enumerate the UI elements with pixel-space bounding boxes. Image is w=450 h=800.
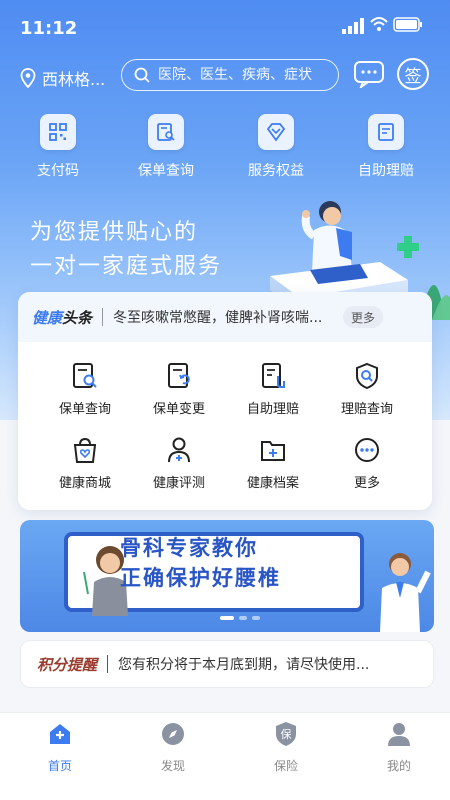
service-label: 健康档案 xyxy=(246,476,299,491)
compass-icon xyxy=(162,723,184,745)
service-self-claim[interactable]: 自助理赔 xyxy=(228,362,318,417)
sign-in-label: 签 xyxy=(404,66,422,87)
policy-change-icon xyxy=(168,363,190,388)
health-news-brand: 健康头条 xyxy=(32,308,93,327)
slogan-line-1: 为您提供贴心的 xyxy=(30,220,199,245)
quick-action-policy-search[interactable]: 保单查询 xyxy=(116,114,216,180)
carousel-dot xyxy=(252,616,260,620)
service-claim-query[interactable]: 理赔查询 xyxy=(322,362,412,417)
claim-query-icon xyxy=(356,362,378,390)
service-label: 理赔查询 xyxy=(340,402,393,417)
points-notice-brand: 积分提醒 xyxy=(37,655,98,674)
service-health-mall[interactable]: 健康商城 xyxy=(40,436,130,491)
health-news-more-button[interactable]: 更多 xyxy=(343,306,384,328)
doctor-illustration xyxy=(380,553,431,632)
tab-label: 首页 xyxy=(47,759,72,773)
service-label: 更多 xyxy=(353,476,380,491)
service-policy-search[interactable]: 保单查询 xyxy=(40,362,130,417)
tab-home[interactable]: 首页 xyxy=(20,721,100,774)
carousel-dots xyxy=(220,616,260,620)
quick-actions: 支付码 保单查询 服务权益 自助理赔 xyxy=(0,114,450,184)
promo-banner[interactable]: 骨科专家教你 正确保护好腰椎 xyxy=(20,520,434,632)
points-notice-text: 您有积分将于本月底到期，请尽快使用... xyxy=(118,657,370,673)
bottom-tab-bar: 首页 发现 保 保险 我的 xyxy=(0,712,450,800)
tab-label: 保险 xyxy=(273,759,298,773)
folder-icon xyxy=(261,441,285,461)
banner-line-1: 骨科专家教你 xyxy=(120,536,258,560)
sign-in-button[interactable]: 签 xyxy=(397,58,429,90)
qr-code-icon xyxy=(40,114,76,150)
carousel-dot xyxy=(220,616,234,620)
tab-label: 发现 xyxy=(160,759,185,773)
home-icon xyxy=(50,724,70,744)
health-news-text[interactable]: 冬至咳嗽常憋醒，健脾补肾咳喘... xyxy=(113,307,331,327)
service-health-records[interactable]: 健康档案 xyxy=(228,436,318,491)
service-card: 健康头条 冬至咳嗽常憋醒，健脾补肾咳喘... 更多 保单查询 保单变更 自助理赔… xyxy=(18,292,432,510)
service-more[interactable]: 更多 xyxy=(322,436,412,491)
location-label: 西林格... xyxy=(42,70,106,89)
person-icon xyxy=(388,723,410,746)
diamond-icon xyxy=(258,114,294,150)
service-policy-change[interactable]: 保单变更 xyxy=(134,362,224,417)
divider xyxy=(102,308,104,326)
signal-icon xyxy=(342,18,364,34)
search-bar[interactable] xyxy=(121,59,339,91)
svg-text:保: 保 xyxy=(281,727,292,741)
banner-line-2: 正确保护好腰椎 xyxy=(120,566,281,590)
doctor-icon xyxy=(168,437,190,463)
status-bar: 11:12 xyxy=(0,0,450,54)
tab-mine[interactable]: 我的 xyxy=(359,721,439,774)
location-pin-icon xyxy=(20,68,36,88)
points-notice[interactable]: 积分提醒 您有积分将于本月底到期，请尽快使用... xyxy=(20,640,434,688)
slogan-line-2: 一对一家庭式服务 xyxy=(30,254,223,279)
service-label: 健康评测 xyxy=(152,476,205,491)
quick-action-self-claim[interactable]: 自助理赔 xyxy=(336,114,436,180)
quick-action-label: 保单查询 xyxy=(138,163,194,179)
battery-icon xyxy=(393,17,422,32)
search-icon xyxy=(134,67,150,83)
quick-action-label: 自助理赔 xyxy=(358,163,414,179)
policy-search-icon xyxy=(73,363,97,388)
status-time: 11:12 xyxy=(20,18,78,39)
quick-action-service-rights[interactable]: 服务权益 xyxy=(226,114,326,180)
wifi-icon xyxy=(370,17,388,31)
self-claim-icon xyxy=(262,363,285,388)
search-input[interactable] xyxy=(158,67,328,83)
shopping-bag-icon xyxy=(73,437,97,463)
service-label: 健康商城 xyxy=(58,476,111,491)
policy-search-icon xyxy=(148,114,184,150)
location-selector[interactable]: 西林格... xyxy=(20,66,105,90)
tab-label: 我的 xyxy=(386,759,411,773)
message-icon[interactable] xyxy=(353,60,385,88)
service-label: 自助理赔 xyxy=(246,402,299,417)
tab-discover[interactable]: 发现 xyxy=(133,721,213,774)
quick-action-label: 支付码 xyxy=(37,163,79,179)
carousel-dot xyxy=(239,616,247,620)
service-label: 保单变更 xyxy=(152,402,205,417)
self-claim-icon xyxy=(368,114,404,150)
quick-action-label: 服务权益 xyxy=(248,163,304,179)
slogan: 为您提供贴心的 一对一家庭式服务 xyxy=(30,216,222,284)
service-health-assessment[interactable]: 健康评测 xyxy=(134,436,224,491)
insurance-shield-icon: 保 xyxy=(276,722,296,746)
divider xyxy=(107,655,109,673)
tab-insurance[interactable]: 保 保险 xyxy=(246,721,326,774)
health-news-bar[interactable]: 健康头条 冬至咳嗽常憋醒，健脾补肾咳喘... 更多 xyxy=(18,292,432,342)
service-label: 保单查询 xyxy=(58,402,111,417)
quick-action-pay-code[interactable]: 支付码 xyxy=(8,114,108,180)
more-icon xyxy=(355,438,379,462)
